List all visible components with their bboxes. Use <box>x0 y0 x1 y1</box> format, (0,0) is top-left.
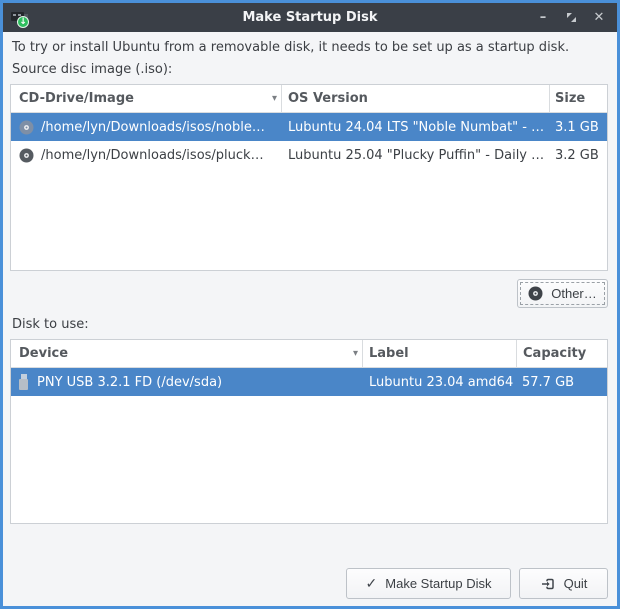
os-version: Lubuntu 24.04 LTS "Noble Numbat" - … <box>288 120 544 135</box>
column-header-label: Device <box>19 346 68 361</box>
column-header-capacity[interactable]: Capacity <box>517 340 607 368</box>
dialog-actions: ✓ Make Startup Disk Quit <box>10 568 608 599</box>
close-button[interactable]: ✕ <box>590 9 608 27</box>
column-header-label: CD-Drive/Image <box>19 91 134 106</box>
titlebar[interactable]: ↓ Make Startup Disk – ✕ <box>3 3 617 32</box>
usb-stick-icon <box>19 374 28 390</box>
restore-button[interactable] <box>562 9 580 27</box>
dialog-content: To try or install Ubuntu from a removabl… <box>3 32 617 606</box>
disc-icon <box>19 148 34 163</box>
sort-descending-icon: ▾ <box>272 93 281 104</box>
disc-icon <box>528 286 543 301</box>
disc-icon <box>19 120 34 135</box>
other-iso-button[interactable]: Other… <box>517 279 608 308</box>
make-startup-disk-button[interactable]: ✓ Make Startup Disk <box>346 568 511 599</box>
column-header-size[interactable]: Size <box>550 85 607 113</box>
column-header-label: OS Version <box>288 91 368 106</box>
quit-exit-icon <box>540 576 556 592</box>
download-badge-icon: ↓ <box>17 16 29 28</box>
iso-path: /home/lyn/Downloads/isos/pluck… <box>41 148 264 163</box>
quit-button[interactable]: Quit <box>519 568 608 599</box>
column-header-label: Size <box>555 91 585 106</box>
device-name: PNY USB 3.2.1 FD (/dev/sda) <box>37 375 222 390</box>
disk-table-header: Device ▾ Label Capacity <box>11 340 607 368</box>
make-startup-disk-window: ↓ Make Startup Disk – ✕ To try or instal… <box>0 0 620 609</box>
source-row-plucky[interactable]: /home/lyn/Downloads/isos/pluck… Lubuntu … <box>11 141 607 169</box>
volume-label: Lubuntu 23.04 amd64 <box>369 375 513 390</box>
source-row-noble[interactable]: /home/lyn/Downloads/isos/noble… Lubuntu … <box>11 113 607 141</box>
sort-descending-icon: ▾ <box>353 348 362 359</box>
minimize-button[interactable]: – <box>534 9 552 27</box>
disk-section-label: Disk to use: <box>12 317 608 332</box>
column-header-label-col[interactable]: Label <box>363 340 517 368</box>
source-section-label: Source disc image (.iso): <box>12 62 608 77</box>
make-button-label: Make Startup Disk <box>385 576 491 591</box>
capacity-value: 57.7 GB <box>522 375 574 390</box>
iso-size: 3.2 GB <box>555 148 599 163</box>
column-header-cd-drive-image[interactable]: CD-Drive/Image ▾ <box>11 85 282 113</box>
os-version: Lubuntu 25.04 "Plucky Puffin" - Daily … <box>288 148 544 163</box>
column-header-label: Capacity <box>523 346 586 361</box>
disk-table-empty-area[interactable] <box>11 396 607 523</box>
source-table-empty-area[interactable] <box>11 169 607 270</box>
iso-size: 3.1 GB <box>555 120 599 135</box>
quit-button-label: Quit <box>564 576 588 591</box>
column-header-device[interactable]: Device ▾ <box>11 340 363 368</box>
restore-icon <box>565 11 578 24</box>
iso-path: /home/lyn/Downloads/isos/noble… <box>41 120 265 135</box>
column-header-label: Label <box>369 346 409 361</box>
source-table-header: CD-Drive/Image ▾ OS Version Size <box>11 85 607 113</box>
source-image-table: CD-Drive/Image ▾ OS Version Size <box>10 84 608 271</box>
disk-row-pny-usb[interactable]: PNY USB 3.2.1 FD (/dev/sda) Lubuntu 23.0… <box>11 368 607 396</box>
check-icon: ✓ <box>366 575 378 592</box>
intro-text: To try or install Ubuntu from a removabl… <box>12 40 608 55</box>
disk-table: Device ▾ Label Capacity PNY USB 3.2.1 FD… <box>10 339 608 524</box>
usb-creator-app-icon: ↓ <box>11 9 31 27</box>
column-header-os-version[interactable]: OS Version <box>282 85 550 113</box>
window-title: Make Startup Disk <box>3 10 617 25</box>
other-button-label: Other… <box>551 286 597 301</box>
